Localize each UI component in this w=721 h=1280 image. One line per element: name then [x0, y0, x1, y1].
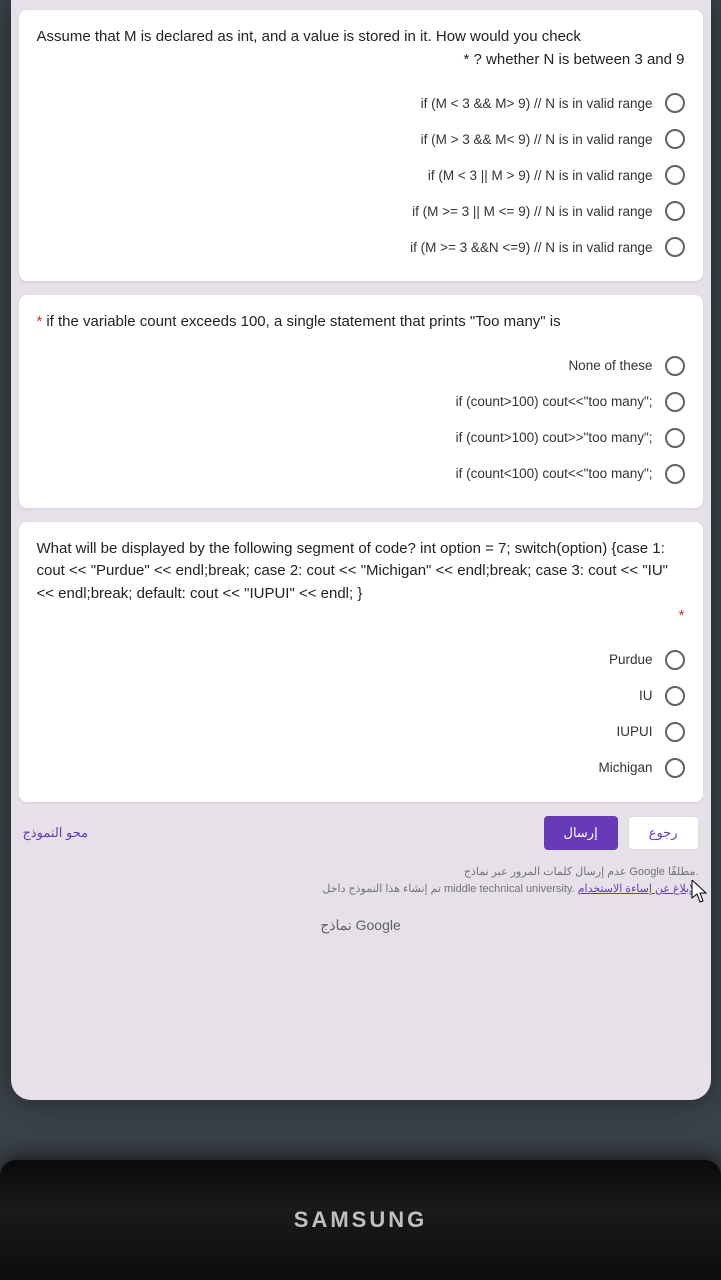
q2-text: if the variable count exceeds 100, a sin… — [46, 313, 560, 330]
radio-icon — [665, 129, 685, 149]
option-row[interactable]: if (M < 3 && M> 9) // N is in valid rang… — [37, 85, 685, 121]
option-row[interactable]: Purdue — [37, 642, 685, 678]
question-card-2: *if the variable count exceeds 100, a si… — [19, 295, 703, 508]
option-label: if (M < 3 && M> 9) // N is in valid rang… — [421, 96, 653, 111]
option-row[interactable]: if (count>100) cout>>"too many"; — [37, 420, 685, 456]
button-group: إرسال رجوع — [544, 816, 699, 850]
clear-form-link[interactable]: محو النموذج — [23, 825, 89, 841]
radio-icon — [665, 686, 685, 706]
option-label: if (M > 3 && M< 9) // N is in valid rang… — [421, 132, 653, 147]
option-label: if (M >= 3 || M <= 9) // N is in valid r… — [412, 204, 652, 219]
submit-button[interactable]: إرسال — [544, 816, 618, 850]
option-label: if (M >= 3 &&N <=9) // N is in valid ran… — [410, 240, 652, 255]
back-button[interactable]: رجوع — [628, 816, 699, 850]
radio-icon — [665, 201, 685, 221]
disclaimer: عدم إرسال كلمات المرور عبر نماذج Google … — [19, 864, 703, 899]
radio-icon — [665, 722, 685, 742]
question-card-1: Assume that M is declared as int, and a … — [19, 10, 703, 281]
disclaimer-line1: عدم إرسال كلمات المرور عبر نماذج Google … — [23, 864, 699, 882]
option-label: if (count>100) cout<<"too many"; — [456, 394, 653, 409]
option-label: Purdue — [609, 652, 653, 667]
google-forms-logo[interactable]: نماذج Google — [19, 917, 703, 934]
google-text: Google — [356, 917, 401, 933]
required-mark: * — [37, 605, 685, 628]
option-label: IU — [639, 688, 653, 703]
radio-icon — [665, 93, 685, 113]
disclaimer-pre: تم إنشاء هذا النموذج داخل middle technic… — [322, 883, 577, 895]
cursor-icon — [691, 880, 709, 904]
option-row[interactable]: if (count>100) cout<<"too many"; — [37, 384, 685, 420]
option-row[interactable]: if (M >= 3 || M <= 9) // N is in valid r… — [37, 193, 685, 229]
q1-line2: * ? whether N is between 3 and 9 — [37, 49, 685, 72]
form-footer: محو النموذج إرسال رجوع — [19, 816, 703, 850]
option-label: IUPUI — [616, 724, 652, 739]
option-label: if (count<100) cout<<"too many"; — [456, 466, 653, 481]
radio-icon — [665, 650, 685, 670]
radio-icon — [665, 237, 685, 257]
option-row[interactable]: if (count<100) cout<<"too many"; — [37, 456, 685, 492]
option-row[interactable]: IUPUI — [37, 714, 685, 750]
radio-icon — [665, 758, 685, 778]
radio-icon — [665, 165, 685, 185]
monitor-brand: SAMSUNG — [294, 1207, 427, 1233]
option-row[interactable]: if (M < 3 || M > 9) // N is in valid ran… — [37, 157, 685, 193]
q3-text: What will be displayed by the following … — [37, 540, 669, 602]
option-row[interactable]: Michigan — [37, 750, 685, 786]
option-row[interactable]: None of these — [37, 348, 685, 384]
option-label: None of these — [568, 358, 652, 373]
option-row[interactable]: if (M > 3 && M< 9) // N is in valid rang… — [37, 121, 685, 157]
option-row[interactable]: IU — [37, 678, 685, 714]
question-title: Assume that M is declared as int, and a … — [37, 26, 685, 71]
question-card-3: What will be displayed by the following … — [19, 522, 703, 802]
monitor-bezel: SAMSUNG — [0, 1160, 721, 1280]
option-label: Michigan — [598, 760, 652, 775]
radio-icon — [665, 392, 685, 412]
report-abuse-link[interactable]: الإبلاغ عن إساءة الاستخدام — [578, 883, 699, 895]
form-viewport: Assume that M is declared as int, and a … — [11, 0, 711, 1100]
forms-prefix: نماذج — [320, 917, 355, 933]
radio-icon — [665, 464, 685, 484]
radio-icon — [665, 356, 685, 376]
q1-line1: Assume that M is declared as int, and a … — [37, 26, 685, 49]
question-title: *if the variable count exceeds 100, a si… — [37, 311, 685, 334]
radio-icon — [665, 428, 685, 448]
question-title: What will be displayed by the following … — [37, 538, 685, 628]
disclaimer-line2: تم إنشاء هذا النموذج داخل middle technic… — [23, 881, 699, 899]
option-label: if (M < 3 || M > 9) // N is in valid ran… — [428, 168, 653, 183]
option-label: if (count>100) cout>>"too many"; — [456, 430, 653, 445]
option-row[interactable]: if (M >= 3 &&N <=9) // N is in valid ran… — [37, 229, 685, 265]
required-mark: * — [37, 313, 43, 330]
